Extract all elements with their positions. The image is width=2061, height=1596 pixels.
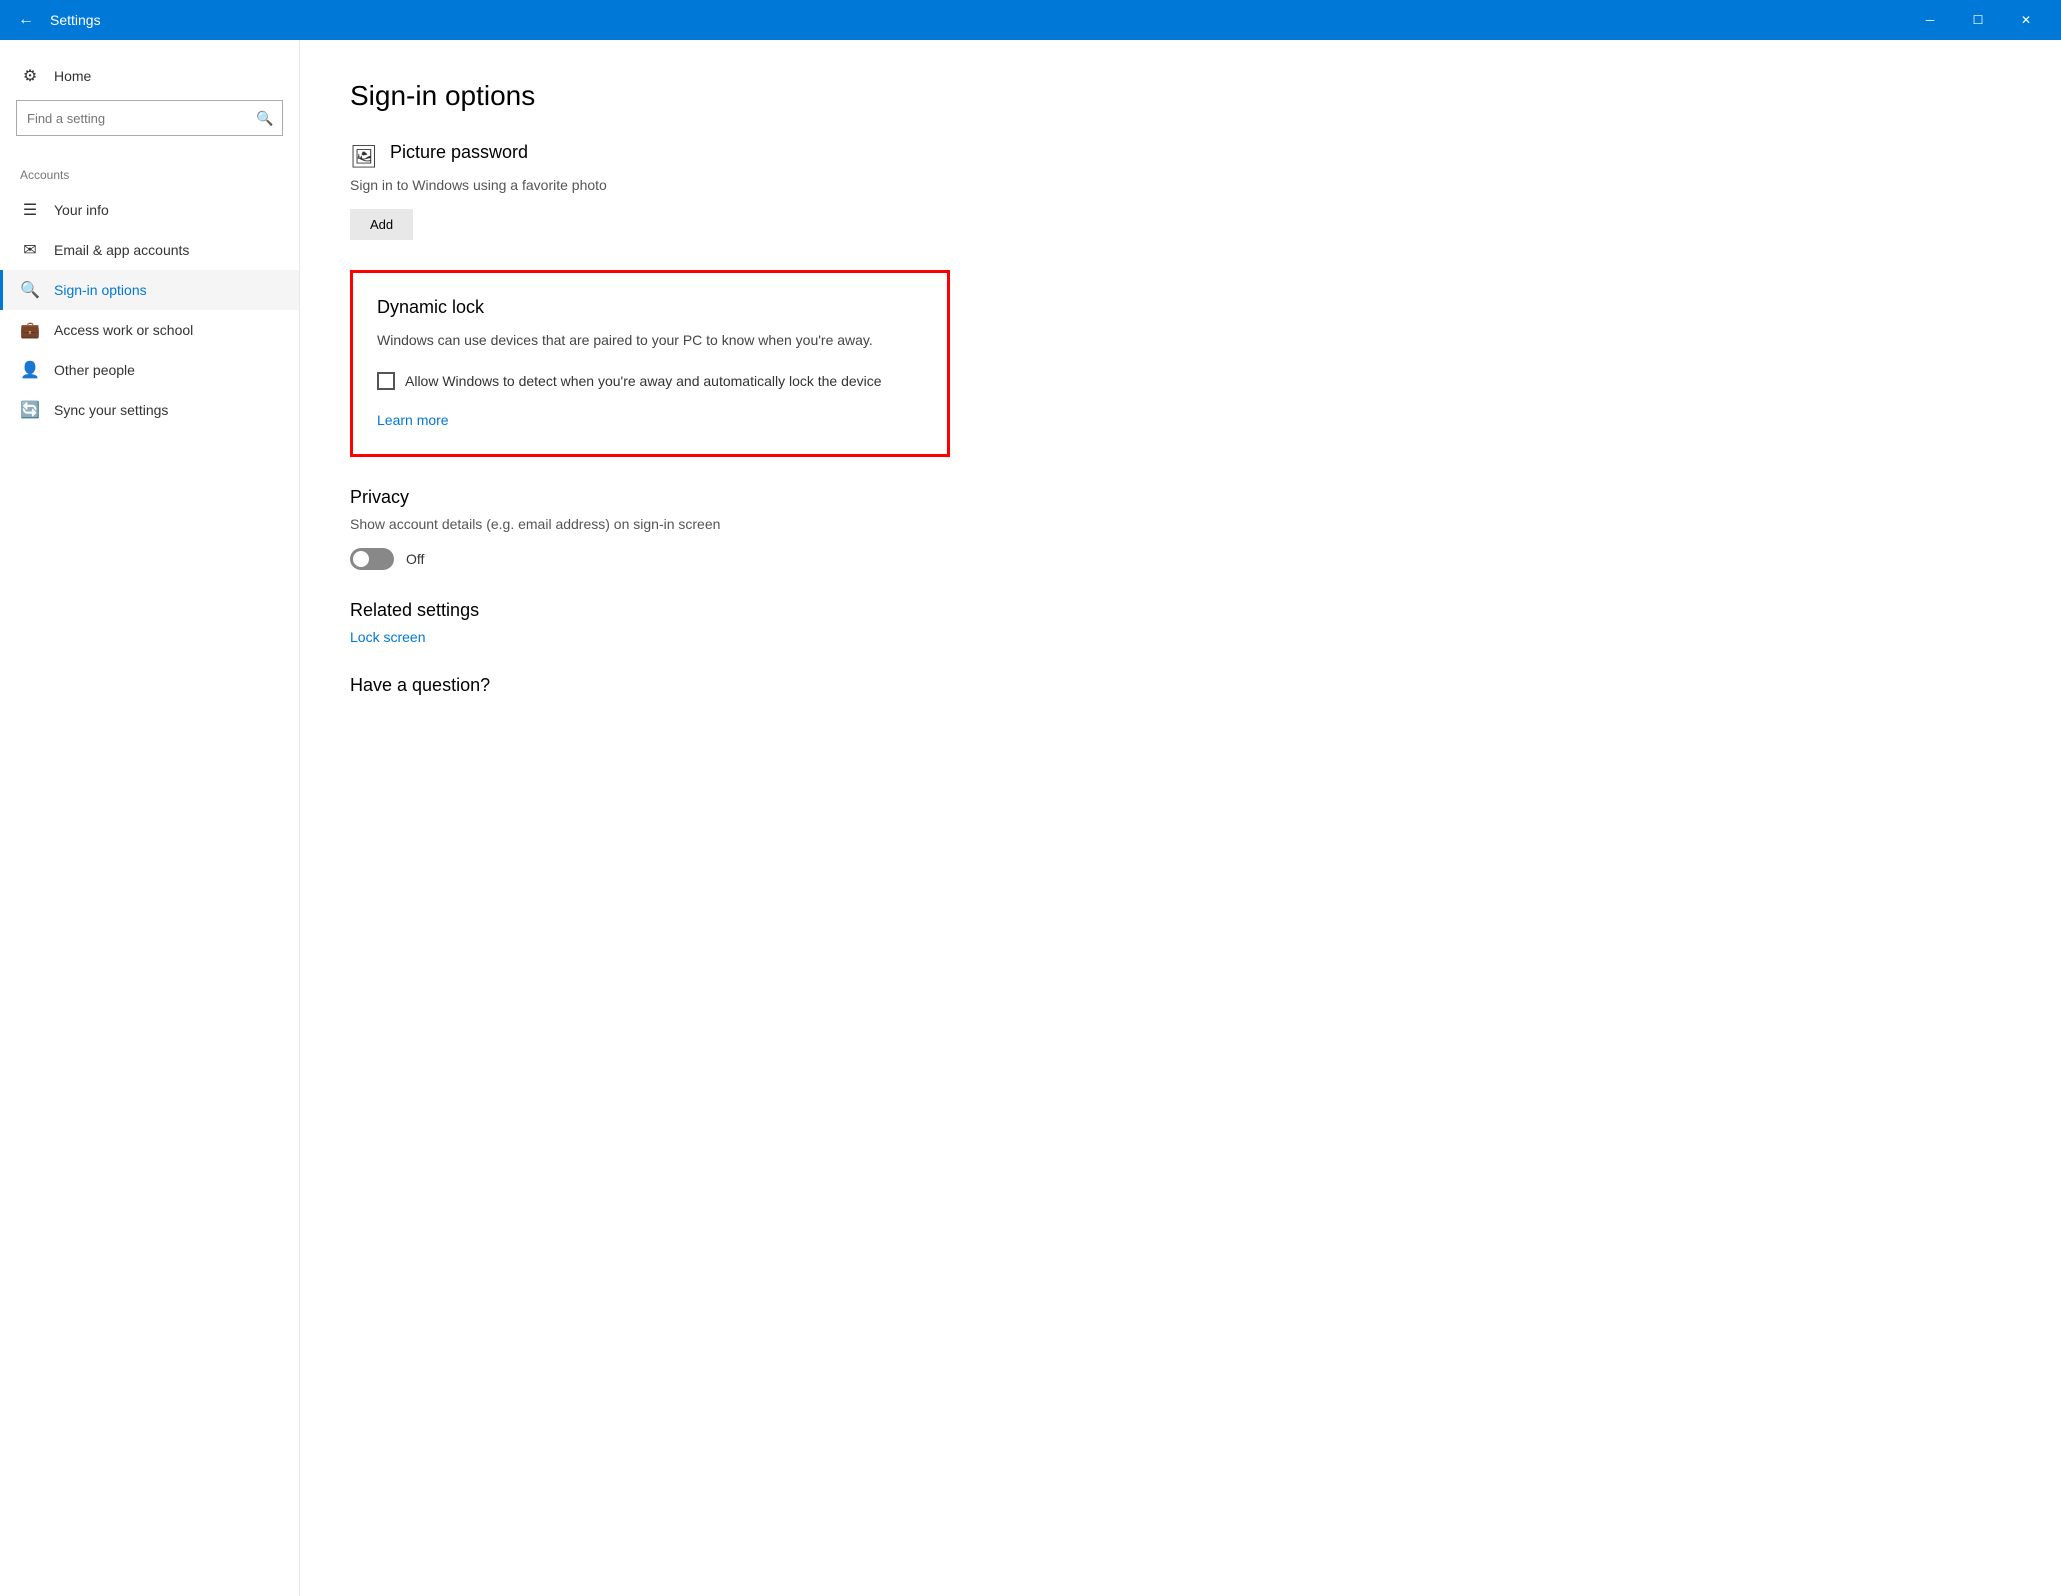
search-box: 🔍 bbox=[16, 100, 283, 136]
related-settings-title: Related settings bbox=[350, 600, 2011, 621]
sync-icon: 🔄 bbox=[20, 400, 40, 420]
sign-in-icon: 🔍 bbox=[20, 280, 40, 300]
people-icon: 👤 bbox=[20, 360, 40, 380]
main-content: Sign-in options 🖼 Picture password Sign … bbox=[300, 40, 2061, 1596]
privacy-toggle-row: Off bbox=[350, 548, 2011, 570]
privacy-desc: Show account details (e.g. email address… bbox=[350, 516, 2011, 532]
learn-more-link[interactable]: Learn more bbox=[377, 412, 449, 428]
sidebar-item-home[interactable]: ⚙ Home bbox=[0, 56, 299, 96]
minimize-button[interactable]: ─ bbox=[1907, 0, 1953, 40]
picture-password-title: Picture password bbox=[390, 142, 528, 163]
search-input[interactable] bbox=[17, 105, 248, 132]
question-title: Have a question? bbox=[350, 675, 2011, 696]
sidebar-item-sync-settings[interactable]: 🔄 Sync your settings bbox=[0, 390, 299, 430]
sidebar-home-label: Home bbox=[54, 68, 91, 84]
maximize-button[interactable]: ☐ bbox=[1955, 0, 2001, 40]
picture-password-desc: Sign in to Windows using a favorite phot… bbox=[350, 177, 2011, 193]
titlebar: ← Settings ─ ☐ ✕ bbox=[0, 0, 2061, 40]
sidebar-item-your-info-label: Your info bbox=[54, 202, 109, 218]
sidebar-item-sign-in-options[interactable]: 🔍 Sign-in options bbox=[0, 270, 299, 310]
sidebar-item-people-label: Other people bbox=[54, 362, 135, 378]
question-section: Have a question? bbox=[350, 675, 2011, 696]
email-icon: ✉ bbox=[20, 240, 40, 260]
work-icon: 💼 bbox=[20, 320, 40, 340]
home-icon: ⚙ bbox=[20, 66, 40, 86]
window-controls: ─ ☐ ✕ bbox=[1907, 0, 2049, 40]
sidebar-section-accounts: Accounts bbox=[0, 152, 299, 190]
dynamic-lock-checkbox-label[interactable]: Allow Windows to detect when you're away… bbox=[405, 371, 882, 392]
sidebar-item-email-accounts[interactable]: ✉ Email & app accounts bbox=[0, 230, 299, 270]
related-settings-section: Related settings Lock screen bbox=[350, 600, 2011, 645]
dynamic-lock-checkbox[interactable] bbox=[377, 372, 395, 390]
dynamic-lock-title: Dynamic lock bbox=[377, 297, 923, 318]
sidebar-item-work-label: Access work or school bbox=[54, 322, 193, 338]
dynamic-lock-desc: Windows can use devices that are paired … bbox=[377, 330, 923, 351]
dynamic-lock-section: Dynamic lock Windows can use devices tha… bbox=[350, 270, 950, 457]
sidebar-item-signin-label: Sign-in options bbox=[54, 282, 147, 298]
privacy-toggle-label: Off bbox=[406, 551, 424, 567]
privacy-title: Privacy bbox=[350, 487, 2011, 508]
back-button[interactable]: ← bbox=[12, 6, 40, 34]
sidebar-item-other-people[interactable]: 👤 Other people bbox=[0, 350, 299, 390]
sidebar-item-access-work[interactable]: 💼 Access work or school bbox=[0, 310, 299, 350]
close-button[interactable]: ✕ bbox=[2003, 0, 2049, 40]
sidebar-item-sync-label: Sync your settings bbox=[54, 402, 168, 418]
lock-screen-link[interactable]: Lock screen bbox=[350, 629, 2011, 645]
sidebar: ⚙ Home 🔍 Accounts ☰ Your info ✉ Email & … bbox=[0, 40, 300, 1596]
dynamic-lock-checkbox-row: Allow Windows to detect when you're away… bbox=[377, 371, 923, 392]
picture-password-section: 🖼 Picture password Sign in to Windows us… bbox=[350, 142, 2011, 270]
titlebar-title: Settings bbox=[50, 12, 1897, 28]
sidebar-item-your-info[interactable]: ☰ Your info bbox=[0, 190, 299, 230]
add-picture-password-button[interactable]: Add bbox=[350, 209, 413, 240]
your-info-icon: ☰ bbox=[20, 200, 40, 220]
privacy-section: Privacy Show account details (e.g. email… bbox=[350, 487, 2011, 570]
picture-password-icon: 🖼 bbox=[350, 144, 378, 170]
page-title: Sign-in options bbox=[350, 80, 2011, 112]
search-button[interactable]: 🔍 bbox=[248, 101, 282, 135]
privacy-toggle[interactable] bbox=[350, 548, 394, 570]
sidebar-item-email-label: Email & app accounts bbox=[54, 242, 189, 258]
